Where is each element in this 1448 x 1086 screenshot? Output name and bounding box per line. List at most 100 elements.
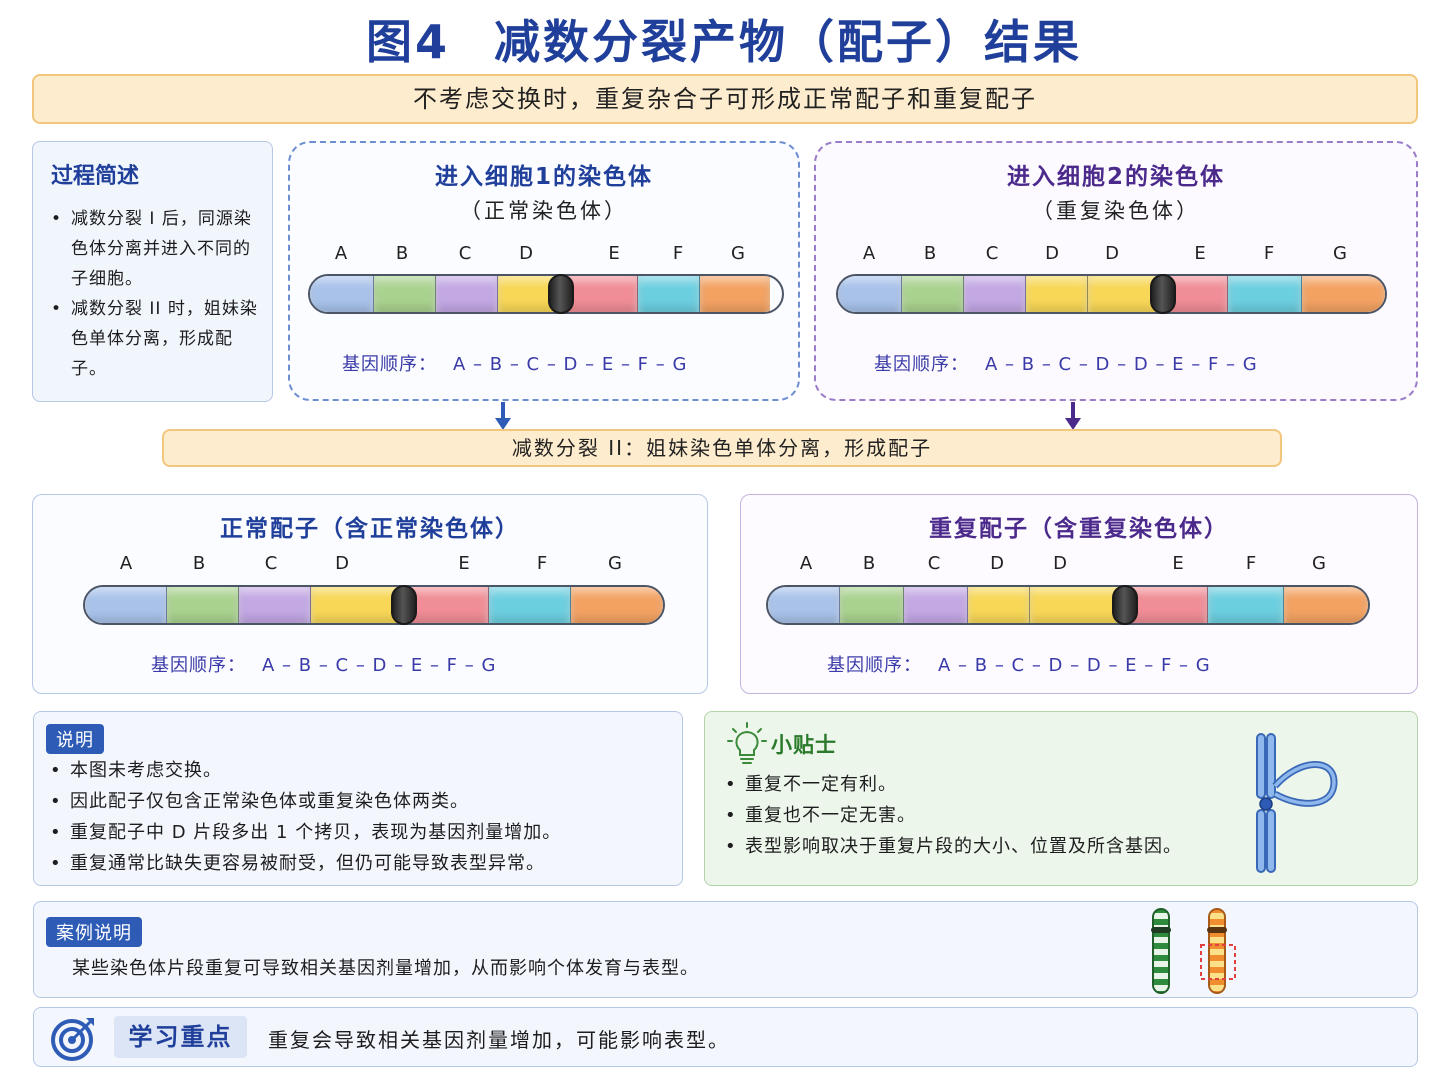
gene-label: F (1245, 553, 1257, 574)
case-panel: 案例说明 某些染色体片段重复可导致相关基因剂量增加，从而影响个体发育与表型。 (33, 901, 1418, 998)
page-title: 图4 减数分裂产物（配子）结果 (0, 6, 1448, 72)
tip-item: 重复也不一定无害。 (723, 800, 1182, 831)
gene-label: C (985, 243, 999, 264)
normal-gamete-title: 正常配子（含正常染色体） (220, 516, 520, 542)
gene-segment-b (902, 276, 964, 312)
target-icon (51, 1018, 94, 1061)
gene-segment-e (405, 587, 489, 623)
tips-title: 小贴士 (771, 733, 837, 757)
gene-segment-d (1026, 276, 1088, 312)
centromere (1150, 274, 1176, 314)
gene-label: G (608, 553, 622, 574)
gene-order-value: A – B – C – D – D – E – F – G (985, 354, 1258, 375)
cell1-panel: 进入细胞1的染色体 （正常染色体） A B C D E F G 基因顺序： A – B – C… (288, 141, 800, 401)
gene-label: B (862, 553, 876, 574)
duplication-gamete-title: 重复配子（含重复染色体） (929, 516, 1229, 542)
gene-order-label: 基因顺序： (151, 655, 246, 676)
key-point-panel: 学习重点 重复会导致相关基因剂量增加，可能影响表型。 (33, 1007, 1418, 1067)
gene-segment-b (167, 587, 239, 623)
cell2-chromosome (836, 274, 1387, 314)
process-item: 减数分裂 I 后，同源染色体分离并进入不同的子细胞。 (51, 204, 258, 294)
duplication-gamete-chromosome (766, 585, 1370, 625)
gene-label: E (608, 243, 620, 264)
gene-label: C (927, 553, 941, 574)
gene-label: A (862, 243, 876, 264)
note-list: 本图未考虑交换。 因此配子仅包含正常染色体或重复染色体两类。 重复配子中 D 片… (48, 755, 561, 879)
gene-label: D (990, 553, 1004, 574)
cell1-chromosome (308, 274, 784, 314)
cell1-subtitle: （正常染色体） (460, 199, 628, 223)
note-panel: 说明 本图未考虑交换。 因此配子仅包含正常染色体或重复染色体两类。 重复配子中 … (33, 711, 683, 886)
meiosis2-banner: 减数分裂 II：姐妹染色单体分离，形成配子 (162, 429, 1282, 467)
gene-segment-c (964, 276, 1026, 312)
key-point-text: 重复会导致相关基因剂量增加，可能影响表型。 (268, 1028, 730, 1052)
gene-label: D (519, 243, 533, 264)
gene-segment-c (436, 276, 498, 312)
tip-item: 表型影响取决于重复片段的大小、位置及所含基因。 (723, 831, 1182, 862)
gene-segment-b (840, 587, 904, 623)
gene-segment-f (638, 276, 700, 312)
gene-label: A (799, 553, 813, 574)
key-point-label: 学习重点 (114, 1016, 247, 1058)
gamete2-gene-labels: ABCDDEFG (741, 553, 1417, 577)
gamete2-gene-order: 基因顺序： A – B – C – D – D – E – F – G (827, 651, 1211, 677)
gene-segment-d (968, 587, 1030, 623)
note-item: 因此配子仅包含正常染色体或重复染色体两类。 (48, 786, 561, 817)
cell2-title: 进入细胞2的染色体 (1006, 164, 1225, 190)
note-tag: 说明 (46, 724, 104, 754)
gene-label: B (395, 243, 409, 264)
gene-order-value: A – B – C – D – D – E – F – G (938, 655, 1211, 676)
gene-label: B (192, 553, 206, 574)
cell2-subtitle: （重复染色体） (1032, 199, 1200, 223)
centromere (1112, 585, 1138, 625)
tip-item: 重复不一定有利。 (723, 769, 1182, 800)
gene-segment-b (374, 276, 436, 312)
process-panel: 过程简述 减数分裂 I 后，同源染色体分离并进入不同的子细胞。 减数分裂 II … (32, 141, 273, 402)
gene-segment-g (700, 276, 770, 312)
duplication-gamete-panel: 重复配子（含重复染色体） A B C D D E F G 基因顺序： A – B – C – D… (740, 494, 1418, 694)
centromere (548, 274, 574, 314)
duplication-loop-chromosome-icon (1256, 733, 1338, 873)
gamete1-gene-labels: A B C D E F G (33, 553, 707, 577)
gene-order-label: 基因顺序： (874, 354, 969, 375)
gene-order-value: A – B – C – D – E – F – G (262, 655, 497, 676)
centromere (391, 585, 417, 625)
normal-gamete-panel: 正常配子（含正常染色体） A B C D E F G 基因顺序： A – B – C – D … (32, 494, 708, 694)
gene-segment-f (489, 587, 571, 623)
gene-order-label: 基因顺序： (342, 354, 437, 375)
note-item: 重复配子中 D 片段多出 1 个拷贝，表现为基因剂量增加。 (48, 817, 561, 848)
tips-panel: 小贴士 重复不一定有利。 重复也不一定无害。 表型影响取决于重复片段的大小、位置… (704, 711, 1418, 886)
gene-label: C (458, 243, 472, 264)
cell1-gene-order: 基因顺序： A – B – C – D – E – F – G (342, 350, 687, 376)
cell2-gene-order: 基因顺序： A – B – C – D – D – E – F – G (874, 350, 1258, 376)
gene-label: D (1045, 243, 1059, 264)
gamete1-gene-order: 基因顺序： A – B – C – D – E – F – G (151, 651, 496, 677)
lightbulb-icon (727, 722, 767, 764)
cell2-panel: 进入细胞2的染色体 （重复染色体） A B C D D E F G 基因顺序： A – B – … (814, 141, 1418, 401)
gene-segment-f (1228, 276, 1302, 312)
process-item: 减数分裂 II 时，姐妹染色单体分离，形成配子。 (51, 294, 258, 384)
gene-segment-a (838, 276, 902, 312)
gene-label: G (1312, 553, 1326, 574)
gene-segment-g (1302, 276, 1385, 312)
gene-label: F (1263, 243, 1275, 264)
process-list: 减数分裂 I 后，同源染色体分离并进入不同的子细胞。 减数分裂 II 时，姐妹染… (51, 204, 258, 384)
gene-segment-a (310, 276, 374, 312)
gene-label: E (1194, 243, 1206, 264)
gene-segment-g (1284, 587, 1368, 623)
figure-number: 图4 (365, 15, 450, 69)
gene-label: E (1172, 553, 1184, 574)
summary-banner: 不考虑交换时，重复杂合子可形成正常配子和重复配子 (32, 74, 1418, 124)
gene-segment-f (1208, 587, 1284, 623)
gene-label: F (536, 553, 548, 574)
gene-order-value: A – B – C – D – E – F – G (453, 354, 688, 375)
case-text: 某些染色体片段重复可导致相关基因剂量增加，从而影响个体发育与表型。 (72, 958, 699, 979)
process-heading: 过程简述 (51, 164, 140, 189)
cell1-gene-labels: A B C D E F G (290, 243, 798, 267)
normal-gamete-chromosome (83, 585, 665, 625)
gene-label: G (1333, 243, 1347, 264)
gene-label: A (334, 243, 348, 264)
gene-label: C (264, 553, 278, 574)
tips-list: 重复不一定有利。 重复也不一定无害。 表型影响取决于重复片段的大小、位置及所含基… (723, 769, 1182, 862)
gene-label: D (335, 553, 349, 574)
